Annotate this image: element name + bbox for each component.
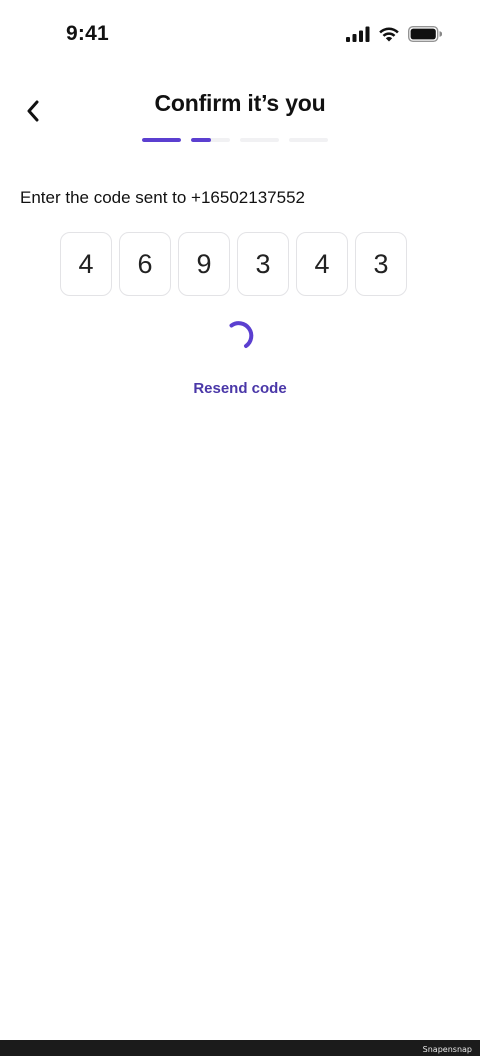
code-instruction: Enter the code sent to +16502137552 bbox=[20, 188, 305, 207]
watermark: Snapensnap bbox=[422, 1045, 472, 1054]
code-input-row: 4 6 9 3 4 3 bbox=[60, 232, 407, 296]
status-bar: 9:41 bbox=[0, 0, 480, 70]
progress-segment bbox=[142, 138, 181, 142]
header: Confirm it’s you bbox=[0, 80, 480, 140]
battery-icon bbox=[408, 26, 442, 42]
code-digit-3[interactable]: 9 bbox=[178, 232, 230, 296]
wifi-icon bbox=[379, 27, 399, 42]
code-digit-5[interactable]: 4 bbox=[296, 232, 348, 296]
status-time: 9:41 bbox=[66, 22, 109, 45]
progress-fill bbox=[191, 138, 211, 142]
progress-segment bbox=[191, 138, 230, 142]
progress-segment bbox=[289, 138, 328, 142]
code-digit-2[interactable]: 6 bbox=[119, 232, 171, 296]
bottom-bar: Snapensnap bbox=[0, 1040, 480, 1056]
code-digit-1[interactable]: 4 bbox=[60, 232, 112, 296]
resend-code-link[interactable]: Resend code bbox=[0, 380, 480, 397]
progress-segment bbox=[240, 138, 279, 142]
spinner-icon bbox=[229, 321, 254, 348]
step-progress bbox=[142, 138, 328, 142]
status-icons bbox=[346, 26, 442, 42]
page-title: Confirm it’s you bbox=[154, 90, 326, 116]
code-digit-4[interactable]: 3 bbox=[237, 232, 289, 296]
progress-fill bbox=[142, 138, 181, 142]
code-digit-6[interactable]: 3 bbox=[355, 232, 407, 296]
cellular-signal-icon bbox=[346, 26, 370, 42]
